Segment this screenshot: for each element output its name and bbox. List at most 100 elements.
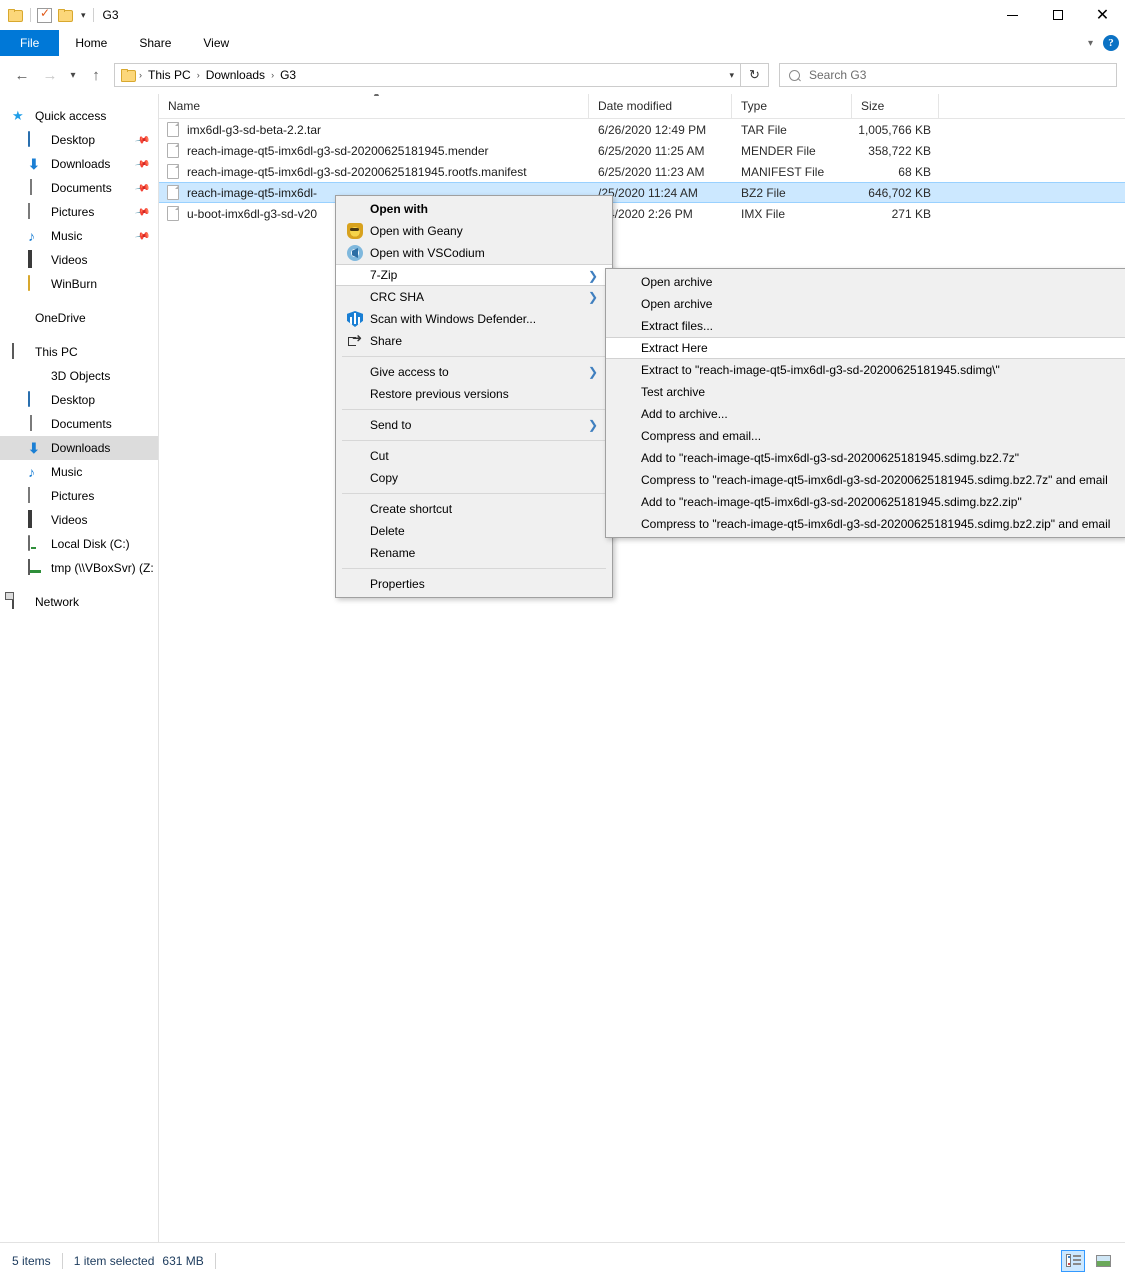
refresh-button[interactable]: ↻ — [741, 63, 769, 87]
sidebar-item-desktop[interactable]: Desktop 📌 — [0, 128, 158, 152]
sidebar-item-local-disk-c[interactable]: Local Disk (C:) — [0, 532, 158, 556]
breadcrumb-this-pc[interactable]: This PC — [144, 68, 195, 82]
column-header-size[interactable]: Size — [852, 94, 939, 118]
sidebar-item-desktop-pc[interactable]: Desktop — [0, 388, 158, 412]
column-header-type[interactable]: Type — [732, 94, 852, 118]
sidebar-group-network[interactable]: Network — [0, 590, 158, 614]
sidebar-group-onedrive[interactable]: OneDrive — [0, 306, 158, 330]
submenu-item-compress-to-zip-and-email[interactable]: Compress to "reach-image-qt5-imx6dl-g3-s… — [606, 513, 1125, 535]
sidebar-item-pictures[interactable]: Pictures 📌 — [0, 200, 158, 224]
new-folder-icon[interactable] — [58, 8, 74, 22]
menu-item-delete[interactable]: Delete — [336, 520, 612, 542]
submenu-item-add-to-7z[interactable]: Add to "reach-image-qt5-imx6dl-g3-sd-202… — [606, 447, 1125, 469]
sidebar-group-this-pc[interactable]: This PC — [0, 340, 158, 364]
tab-share[interactable]: Share — [123, 30, 187, 56]
sidebar-item-3d-objects[interactable]: 3D Objects — [0, 364, 158, 388]
minimize-button[interactable] — [990, 0, 1035, 30]
submenu-item-compress-and-email[interactable]: Compress and email... — [606, 425, 1125, 447]
sidebar-item-tmp-vboxsvr-z[interactable]: tmp (\\VBoxSvr) (Z: — [0, 556, 158, 580]
tab-home[interactable]: Home — [59, 30, 123, 56]
breadcrumb-g3[interactable]: G3 — [276, 68, 300, 82]
menu-item-crc-sha[interactable]: CRC SHA ❯ — [336, 286, 612, 308]
tab-view[interactable]: View — [187, 30, 245, 56]
menu-item-open-with-vscodium[interactable]: Open with VSCodium — [336, 242, 612, 264]
details-view-button[interactable] — [1061, 1249, 1085, 1272]
menu-item-send-to[interactable]: Send to ❯ — [336, 414, 612, 436]
close-button[interactable]: ✕ — [1080, 0, 1125, 30]
table-row-selected[interactable]: reach-image-qt5-imx6dl- /25/2020 11:24 A… — [159, 182, 1125, 203]
sidebar-group-quick-access[interactable]: ★ Quick access — [0, 104, 158, 128]
customize-chevron-icon[interactable]: ▾ — [80, 10, 87, 20]
table-row[interactable]: reach-image-qt5-imx6dl-g3-sd-20200625181… — [159, 140, 1125, 161]
maximize-button[interactable] — [1035, 0, 1080, 30]
details-view-icon — [1065, 1254, 1081, 1267]
sidebar-item-videos-pc[interactable]: Videos — [0, 508, 158, 532]
pin-icon[interactable]: 📌 — [134, 180, 151, 196]
submenu-item-open-archive[interactable]: Open archive — [606, 271, 1125, 293]
divider — [92, 8, 94, 22]
up-button[interactable]: ↑ — [82, 61, 110, 89]
sidebar-item-music[interactable]: ♪ Music 📌 — [0, 224, 158, 248]
address-dropdown-icon[interactable]: ▾ — [729, 70, 734, 81]
back-button[interactable]: ← — [8, 61, 36, 89]
sidebar-item-documents[interactable]: Documents 📌 — [0, 176, 158, 200]
folder-icon[interactable] — [8, 8, 24, 22]
menu-item-open-with-geany[interactable]: Open with Geany — [336, 220, 612, 242]
menu-item-open-with[interactable]: Open with — [336, 198, 612, 220]
pin-icon[interactable]: 📌 — [134, 156, 151, 172]
search-icon — [789, 69, 800, 81]
menu-item-create-shortcut[interactable]: Create shortcut — [336, 498, 612, 520]
properties-icon[interactable] — [37, 6, 52, 23]
sidebar-item-pictures-pc[interactable]: Pictures — [0, 484, 158, 508]
submenu-item-add-to-zip[interactable]: Add to "reach-image-qt5-imx6dl-g3-sd-202… — [606, 491, 1125, 513]
submenu-item-open-archive-alt[interactable]: Open archive — [606, 293, 1125, 315]
submenu-item-extract-here[interactable]: Extract Here — [606, 337, 1125, 359]
navigation-pane[interactable]: ★ Quick access Desktop 📌 ⬇ Downloads 📌 D… — [0, 94, 158, 1242]
sidebar-item-videos[interactable]: Videos — [0, 248, 158, 272]
pin-icon[interactable]: 📌 — [134, 204, 151, 220]
menu-item-properties[interactable]: Properties — [336, 573, 612, 595]
recent-locations-icon[interactable]: ▾ — [64, 61, 82, 89]
sidebar-item-documents-pc[interactable]: Documents — [0, 412, 158, 436]
menu-item-7-zip[interactable]: 7-Zip ❯ — [336, 264, 612, 286]
submenu-item-test-archive[interactable]: Test archive — [606, 381, 1125, 403]
column-header-date-modified[interactable]: Date modified — [589, 94, 732, 118]
file-date-cell: 6/25/2020 11:23 AM — [598, 164, 705, 179]
submenu-item-extract-to[interactable]: Extract to "reach-image-qt5-imx6dl-g3-sd… — [606, 359, 1125, 381]
file-list-pane[interactable]: Name ▲ Date modified Type Size imx6dl-g3… — [158, 94, 1125, 1242]
menu-item-restore-previous-versions[interactable]: Restore previous versions — [336, 383, 612, 405]
help-icon[interactable]: ? — [1103, 35, 1119, 51]
menu-item-scan-with-windows-defender[interactable]: Scan with Windows Defender... — [336, 308, 612, 330]
pin-icon[interactable]: 📌 — [134, 228, 151, 244]
menu-item-rename[interactable]: Rename — [336, 542, 612, 564]
chevron-right-icon: ❯ — [587, 290, 598, 304]
address-field[interactable]: › This PC › Downloads › G3 ▾ — [114, 63, 741, 87]
breadcrumb-downloads[interactable]: Downloads — [202, 68, 269, 82]
sidebar-label: OneDrive — [35, 311, 86, 325]
forward-button[interactable]: → — [36, 61, 64, 89]
context-menu[interactable]: Open with Open with Geany Open with VSCo… — [335, 195, 613, 598]
menu-item-give-access-to[interactable]: Give access to ❯ — [336, 361, 612, 383]
table-row[interactable]: imx6dl-g3-sd-beta-2.2.tar 6/26/2020 12:4… — [159, 119, 1125, 140]
menu-item-cut[interactable]: Cut — [336, 445, 612, 467]
search-input[interactable]: Search G3 — [809, 68, 866, 82]
sidebar-item-downloads[interactable]: ⬇ Downloads 📌 — [0, 152, 158, 176]
menu-item-share[interactable]: Share — [336, 330, 612, 352]
large-icons-view-button[interactable] — [1091, 1250, 1115, 1272]
search-box[interactable]: Search G3 — [779, 63, 1117, 87]
sidebar-item-downloads-pc[interactable]: ⬇ Downloads — [0, 436, 158, 460]
videos-icon — [28, 510, 32, 528]
tab-file[interactable]: File — [0, 30, 60, 56]
sidebar-item-winburn[interactable]: WinBurn — [0, 272, 158, 296]
sidebar-item-music-pc[interactable]: ♪ Music — [0, 460, 158, 484]
submenu-item-add-to-archive[interactable]: Add to archive... — [606, 403, 1125, 425]
seven-zip-submenu[interactable]: Open archive Open archive Extract files.… — [605, 268, 1125, 538]
table-row[interactable]: u-boot-imx6dl-g3-sd-v20 /24/2020 2:26 PM… — [159, 203, 1125, 224]
expand-ribbon-chevron-icon[interactable]: ▾ — [1088, 38, 1093, 49]
submenu-item-compress-to-7z-and-email[interactable]: Compress to "reach-image-qt5-imx6dl-g3-s… — [606, 469, 1125, 491]
submenu-item-extract-files[interactable]: Extract files... — [606, 315, 1125, 337]
column-header-name[interactable]: Name ▲ — [159, 94, 589, 118]
pin-icon[interactable]: 📌 — [134, 132, 151, 148]
menu-item-copy[interactable]: Copy — [336, 467, 612, 489]
table-row[interactable]: reach-image-qt5-imx6dl-g3-sd-20200625181… — [159, 161, 1125, 182]
